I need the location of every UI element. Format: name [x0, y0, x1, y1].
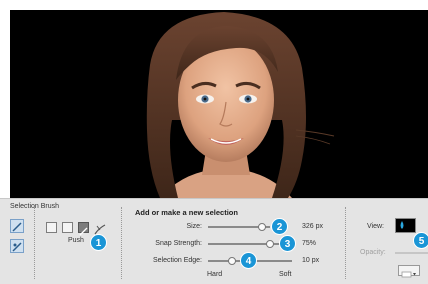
mode-label: Push: [68, 237, 84, 244]
settings-heading: Add or make a new selection: [135, 208, 238, 217]
quick-selection-icon[interactable]: [10, 239, 24, 253]
subtract-from-selection-icon[interactable]: [62, 222, 73, 233]
size-value: 326 px: [302, 223, 324, 230]
callout-5: 5: [413, 232, 428, 249]
callout-1: 1: [90, 234, 107, 251]
selection-edge-slider-thumb[interactable]: [228, 257, 236, 265]
snap-strength-slider-thumb[interactable]: [266, 240, 274, 248]
view-label: View:: [367, 223, 384, 230]
selection-edge-label: Selection Edge:: [152, 257, 202, 264]
chevron-down-icon: [401, 271, 416, 278]
snap-strength-label: Snap Strength:: [155, 240, 202, 247]
selection-brush-icon[interactable]: [10, 219, 24, 233]
image-canvas[interactable]: [10, 10, 428, 198]
overlay-color-dropdown[interactable]: [398, 265, 420, 278]
separator: [121, 207, 122, 279]
separator: [345, 207, 346, 279]
callout-2: 2: [271, 218, 288, 235]
view-mode-dropdown[interactable]: [395, 218, 416, 233]
callout-3: 3: [279, 235, 296, 252]
opacity-slider: [395, 252, 428, 254]
hard-caption: Hard: [207, 271, 223, 278]
callout-4: 4: [240, 252, 257, 269]
selection-edge-value: 10 px: [302, 257, 320, 264]
drop-icon: [400, 221, 404, 229]
add-to-selection-icon[interactable]: [46, 222, 57, 233]
size-slider-thumb[interactable]: [258, 223, 266, 231]
size-label: Size:: [186, 223, 202, 230]
soft-caption: Soft: [279, 271, 292, 278]
snap-strength-value: 75%: [302, 240, 317, 247]
tool-options-bar: Selection Brush Push 1 Add or make a new…: [0, 198, 428, 284]
opacity-label: Opacity:: [360, 249, 386, 256]
push-mode-icon[interactable]: [78, 222, 89, 236]
portrait-photo: [146, 12, 335, 198]
separator: [34, 207, 35, 279]
